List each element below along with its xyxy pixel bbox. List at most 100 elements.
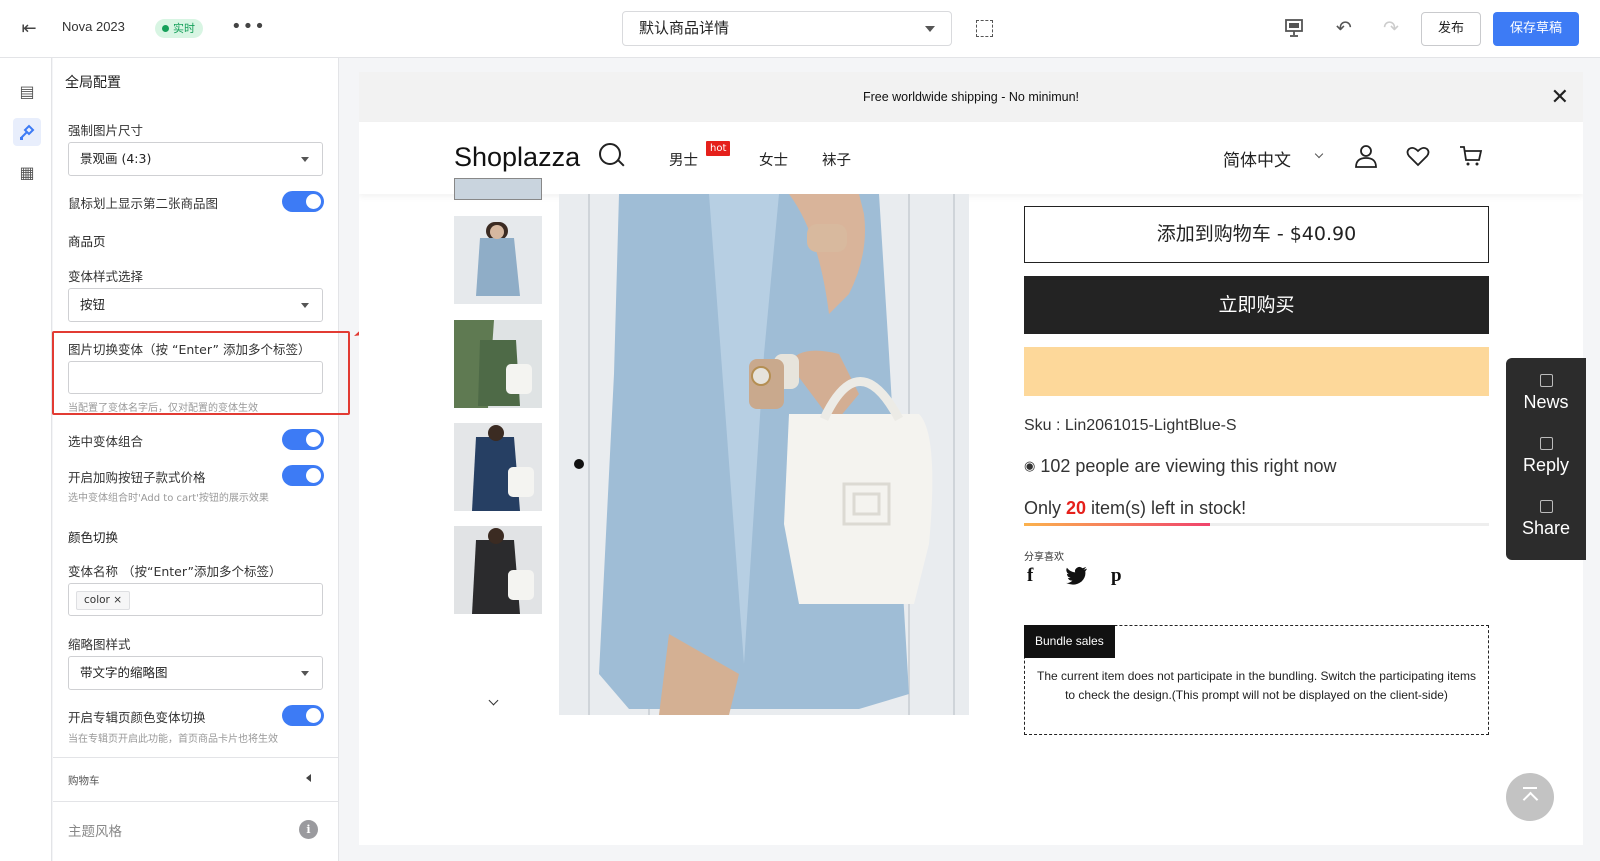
- share-label-widget: Share: [1521, 518, 1571, 538]
- variant-style-select[interactable]: 按钮: [68, 288, 323, 322]
- collection-color-switch-label: 开启专辑页颜色变体切换: [68, 710, 206, 725]
- force-image-size-value: 景观画 (4:3): [80, 151, 152, 166]
- buy-now-button[interactable]: 立即购买: [1024, 276, 1489, 334]
- thumbnail-image[interactable]: [454, 526, 542, 614]
- sections-icon[interactable]: ▤: [13, 78, 41, 106]
- cart-icon[interactable]: [1459, 144, 1483, 168]
- remove-tag-icon[interactable]: ×: [113, 594, 122, 606]
- live-status-badge: 实时: [155, 19, 203, 38]
- product-page-section: 商品页: [68, 234, 106, 249]
- stock-progress-fill: [1024, 523, 1210, 526]
- news-label: News: [1523, 392, 1569, 412]
- share-label: 分享喜欢: [1024, 552, 1064, 563]
- template-select[interactable]: 默认商品详情: [622, 11, 952, 46]
- thumbnail-image[interactable]: [454, 216, 542, 304]
- redo-icon[interactable]: ↷: [1380, 17, 1402, 39]
- thumb-style-select[interactable]: 带文字的缩略图: [68, 656, 323, 690]
- cart-section[interactable]: 购物车: [68, 773, 100, 788]
- thumbnail-image[interactable]: [454, 320, 542, 408]
- stock-progress-bar: [1024, 523, 1489, 526]
- chevron-down-icon: [301, 671, 309, 676]
- paypal-button[interactable]: [1024, 347, 1489, 396]
- store-header: Shoplazza 男士 hot 女士 袜子 简体中文: [359, 122, 1583, 194]
- variant-style-label: 变体样式选择: [68, 269, 144, 284]
- cart-button-price-toggle[interactable]: [282, 465, 324, 486]
- reply-label: Reply: [1522, 455, 1570, 475]
- chevron-down-icon: [1314, 149, 1324, 159]
- chevron-down-icon: [301, 157, 309, 162]
- theme-settings-icon[interactable]: [13, 118, 41, 146]
- info-icon[interactable]: i: [299, 820, 318, 839]
- variant-tag: color ×: [76, 591, 131, 610]
- news-button[interactable]: News: [1506, 374, 1586, 413]
- back-to-top-icon[interactable]: [1506, 773, 1554, 821]
- close-icon[interactable]: ✕: [1551, 72, 1569, 122]
- wishlist-heart-icon[interactable]: [1406, 144, 1430, 168]
- pinterest-icon[interactable]: p: [1111, 565, 1122, 587]
- thumb-style-label: 缩略图样式: [68, 637, 131, 652]
- cart-button-price-label: 开启加购按钮子款式价格: [68, 470, 206, 485]
- editor-topbar: ⇤ Nova 2023 实时 ••• 默认商品详情 ↶ ↷ 发布 保存草稿: [0, 0, 1600, 58]
- variant-tag-label: color: [84, 594, 110, 606]
- stock-suffix: item(s) left in stock!: [1086, 498, 1247, 518]
- thumb-style-value: 带文字的缩略图: [80, 665, 168, 680]
- viewing-text: 102 people are viewing this right now: [1040, 456, 1337, 476]
- stock-notice: Only 20 item(s) left in stock!: [1024, 498, 1246, 519]
- floating-widget: News Reply Share: [1506, 358, 1586, 560]
- desktop-preview-icon[interactable]: [1283, 17, 1305, 39]
- force-image-size-select[interactable]: 景观画 (4:3): [68, 142, 323, 176]
- force-image-size-label: 强制图片尺寸: [68, 123, 144, 138]
- sidebar-rail: ▤ ▦: [0, 58, 52, 861]
- stock-prefix: Only: [1024, 498, 1067, 518]
- nav-link-women[interactable]: 女士: [759, 149, 788, 170]
- language-selector[interactable]: 简体中文: [1223, 146, 1291, 171]
- sku-text: Sku : Lin2061015-LightBlue-S: [1024, 417, 1237, 434]
- publish-button[interactable]: 发布: [1421, 12, 1481, 46]
- collection-color-switch-toggle[interactable]: [282, 705, 324, 726]
- chevron-left-icon[interactable]: [306, 774, 311, 782]
- color-switch-section: 颜色切换: [68, 530, 119, 545]
- chevron-down-icon: [925, 26, 935, 32]
- select-variant-combo-toggle[interactable]: [282, 429, 324, 450]
- save-draft-button[interactable]: 保存草稿: [1493, 12, 1579, 46]
- facebook-icon[interactable]: f: [1027, 565, 1033, 587]
- announcement-text: Free worldwide shipping - No minimun!: [862, 90, 1080, 104]
- share-button[interactable]: Share: [1506, 500, 1586, 539]
- nav-link-socks[interactable]: 袜子: [822, 149, 851, 170]
- collection-color-switch-hint: 当在专辑页开启此功能，首页商品卡片也将生效: [68, 734, 278, 745]
- news-icon: [1539, 374, 1553, 387]
- select-variant-combo-label: 选中变体组合: [68, 434, 144, 449]
- store-preview: Free worldwide shipping - No minimun! ✕ …: [359, 72, 1583, 845]
- nav-link-men[interactable]: 男士: [669, 149, 698, 170]
- search-icon[interactable]: [599, 143, 621, 165]
- bundle-sales-box: Bundle sales The current item does not p…: [1024, 625, 1489, 735]
- variant-name-tag-input[interactable]: color ×: [68, 583, 323, 616]
- bundle-sales-tag: Bundle sales: [1024, 625, 1115, 658]
- bundle-sales-text: The current item does not participate in…: [1037, 669, 1476, 702]
- hover-second-image-toggle[interactable]: [282, 191, 324, 212]
- account-icon[interactable]: [1354, 144, 1378, 168]
- twitter-icon[interactable]: [1066, 565, 1088, 587]
- thumbnail-image[interactable]: [454, 178, 542, 200]
- divider: [53, 801, 338, 802]
- undo-icon[interactable]: ↶: [1333, 17, 1355, 39]
- thumbnail-list: [454, 178, 542, 714]
- reply-icon: [1539, 437, 1553, 450]
- share-icon: [1539, 500, 1553, 513]
- store-logo[interactable]: Shoplazza: [454, 142, 580, 173]
- product-main-image: [559, 194, 969, 715]
- thumbnail-image[interactable]: [454, 423, 542, 511]
- panel-heading: 全局配置: [65, 75, 121, 91]
- theme-style-section[interactable]: 主题风格: [68, 820, 122, 840]
- stock-count: 20: [1066, 498, 1087, 518]
- more-icon[interactable]: •••: [231, 16, 266, 37]
- element-select-icon[interactable]: [976, 20, 993, 37]
- apps-icon[interactable]: ▦: [13, 159, 41, 187]
- annotation-highlight-box: [52, 331, 350, 415]
- exit-icon[interactable]: ⇤: [18, 18, 40, 40]
- reply-button[interactable]: Reply: [1506, 437, 1586, 476]
- announcement-bar: Free worldwide shipping - No minimun! ✕: [359, 72, 1583, 122]
- add-to-cart-button[interactable]: 添加到购物车 - $40.90: [1024, 206, 1489, 263]
- chevron-down-icon: [301, 303, 309, 308]
- template-select-value: 默认商品详情: [639, 19, 730, 37]
